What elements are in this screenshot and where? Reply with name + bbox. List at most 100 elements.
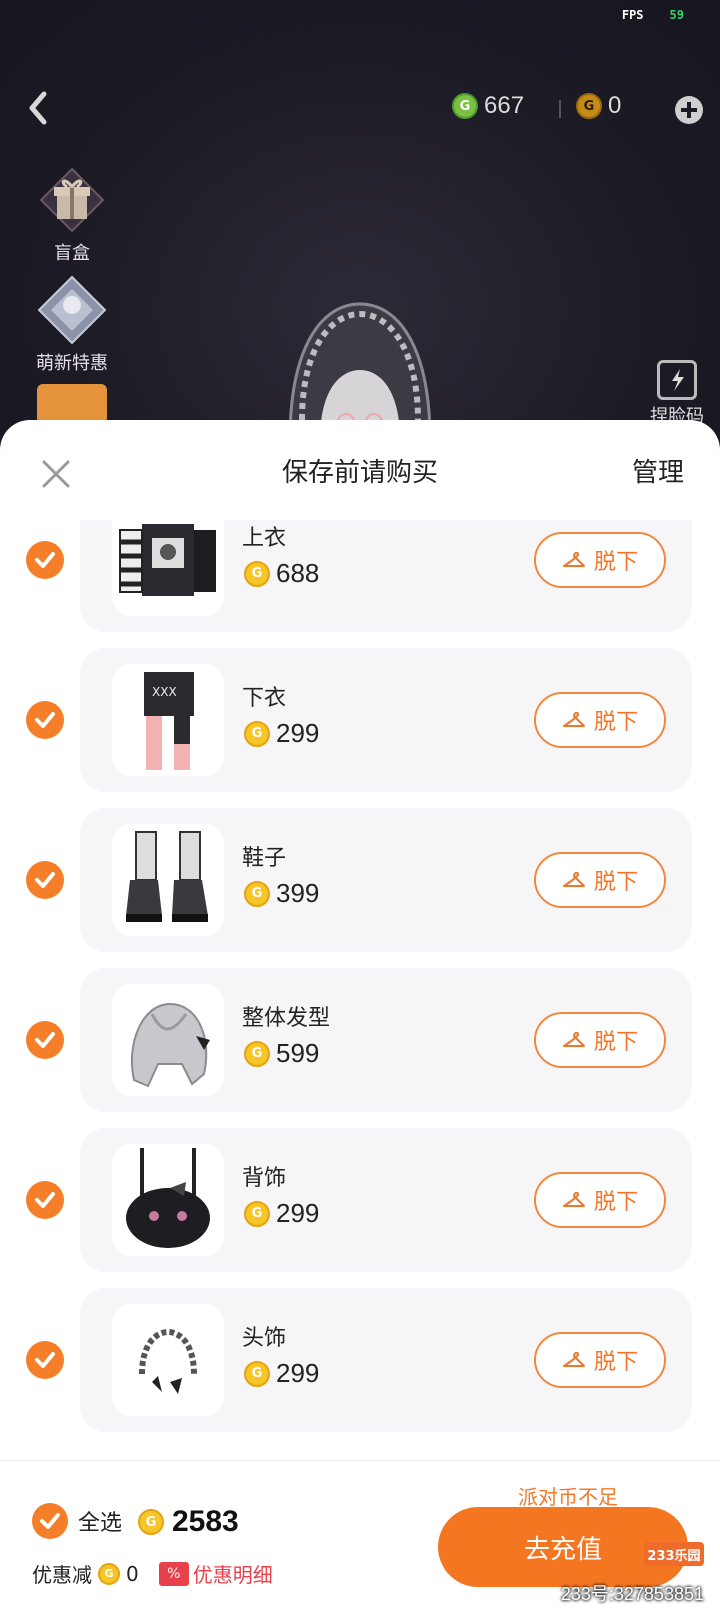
- take-off-label: 脱下: [593, 870, 638, 895]
- insufficient-notice: 派对币不足: [518, 1485, 618, 1509]
- take-off-button[interactable]: 脱下: [534, 1012, 666, 1068]
- check-icon[interactable]: [26, 1341, 64, 1379]
- watermark-text: 233号:327853851: [560, 1584, 704, 1604]
- item-price: G 599: [244, 1038, 319, 1069]
- item-name: 背饰: [242, 1166, 287, 1191]
- g-coin-icon: G: [244, 560, 270, 587]
- take-off-button[interactable]: 脱下: [534, 1332, 666, 1388]
- sheet-title: 保存前请购买: [281, 458, 438, 488]
- discount-detail-button[interactable]: % 优惠明细: [158, 1559, 273, 1588]
- hanger-icon: [562, 551, 585, 567]
- check-icon[interactable]: [26, 701, 64, 739]
- take-off-button[interactable]: 脱下: [534, 532, 666, 588]
- item-price: G 299: [244, 1358, 319, 1389]
- chevron-left-icon: [29, 91, 47, 125]
- newbie-deal-entry[interactable]: 萌新特惠: [30, 275, 114, 375]
- g-coin-icon: G: [452, 93, 478, 119]
- gift-box-icon: [37, 165, 107, 235]
- item-price: G 299: [244, 1198, 319, 1229]
- check-icon[interactable]: [26, 1181, 64, 1219]
- item-price-value: 299: [276, 718, 320, 748]
- newbie-deal-label: 萌新特惠: [36, 353, 108, 374]
- green-currency-value: 667: [484, 92, 525, 119]
- item-price-value: 299: [276, 1358, 320, 1388]
- fps-label: FPS: [621, 8, 644, 22]
- select-all-toggle[interactable]: 全选: [32, 1503, 122, 1539]
- currency-divider: [559, 100, 561, 118]
- hanger-icon: [562, 1191, 585, 1207]
- item-price: G 399: [244, 878, 319, 909]
- face-code-button[interactable]: 捏脸码: [640, 360, 714, 428]
- item-price: G 688: [244, 558, 319, 589]
- percent-icon: %: [158, 1561, 189, 1586]
- list-item-bottom: XXX 下衣 G 299 脱下: [0, 648, 720, 792]
- item-list[interactable]: 上衣 G 688 脱下 XXX 下衣 G 299 脱下 鞋子 G 399 脱下 …: [0, 520, 720, 1480]
- sheet-header: 保存前请购买 管理: [0, 420, 720, 520]
- list-item-shoes: 鞋子 G 399 脱下: [0, 808, 720, 952]
- take-off-label: 脱下: [593, 710, 638, 735]
- back-button[interactable]: [22, 88, 58, 128]
- item-name: 鞋子: [242, 846, 287, 871]
- item-name: 上衣: [242, 526, 287, 551]
- discount-label: 优惠减: [32, 1563, 92, 1587]
- add-currency-button[interactable]: [675, 96, 703, 124]
- check-icon[interactable]: [26, 861, 64, 899]
- third-side-entry[interactable]: [30, 384, 114, 424]
- list-item-top: 上衣 G 688 脱下: [0, 520, 720, 632]
- purchase-sheet: 保存前请购买 管理 上衣 G 688 脱下 XXX 下衣 G 299 脱下 鞋子…: [0, 420, 720, 1612]
- item-price-value: 599: [276, 1038, 320, 1068]
- take-off-button[interactable]: 脱下: [534, 852, 666, 908]
- item-name: 下衣: [242, 686, 287, 711]
- select-all-label: 全选: [78, 1511, 123, 1536]
- g-coin-icon: G: [138, 1509, 164, 1535]
- blind-box-entry[interactable]: 盲盒: [30, 165, 114, 265]
- check-icon[interactable]: [26, 541, 64, 579]
- discount-row: 优惠减 G 0 % 优惠明细: [32, 1559, 273, 1588]
- item-price: G 299: [244, 718, 319, 749]
- fps-counter: FPS 59: [622, 8, 684, 22]
- total-price-value: 2583: [172, 1505, 239, 1538]
- take-off-label: 脱下: [593, 1350, 638, 1375]
- hanger-icon: [562, 1031, 585, 1047]
- item-name: 整体发型: [242, 1006, 331, 1031]
- blind-box-label: 盲盒: [54, 243, 90, 264]
- face-code-icon: [657, 360, 697, 400]
- manage-button[interactable]: 管理: [632, 452, 684, 489]
- green-currency[interactable]: G 667: [452, 92, 524, 120]
- hairstyle-image: [112, 984, 224, 1096]
- take-off-label: 脱下: [593, 1030, 638, 1055]
- item-name: 头饰: [242, 1326, 287, 1351]
- take-off-label: 脱下: [593, 550, 638, 575]
- list-item-back-accessory: 背饰 G 299 脱下: [0, 1128, 720, 1272]
- check-icon[interactable]: [26, 1021, 64, 1059]
- hanger-icon: [562, 871, 585, 887]
- g-coin-icon: G: [244, 720, 270, 747]
- top-garment-image: [112, 520, 224, 616]
- discount-value: 0: [126, 1561, 139, 1586]
- g-coin-icon: G: [244, 1040, 270, 1067]
- g-coin-icon: G: [98, 1562, 120, 1585]
- list-item-headwear: 头饰 G 299 脱下: [0, 1288, 720, 1432]
- g-coin-icon: G: [576, 93, 602, 119]
- g-coin-icon: G: [244, 880, 270, 907]
- take-off-label: 脱下: [593, 1190, 638, 1215]
- item-price-value: 399: [276, 878, 320, 908]
- watermark-logo: 233乐园: [644, 1542, 704, 1566]
- bottom-garment-image: XXX: [112, 664, 224, 776]
- crate-icon: [37, 384, 107, 424]
- gold-currency[interactable]: G 0: [576, 92, 621, 120]
- item-price-value: 299: [276, 1198, 320, 1228]
- check-icon: [32, 1503, 68, 1539]
- headwear-image: [112, 1304, 224, 1416]
- backpack-image: [112, 1144, 224, 1256]
- discount-detail-label: 优惠明细: [192, 1563, 273, 1587]
- avatar-preview: [280, 290, 440, 442]
- list-item-hairstyle: 整体发型 G 599 脱下: [0, 968, 720, 1112]
- take-off-button[interactable]: 脱下: [534, 1172, 666, 1228]
- gold-currency-value: 0: [608, 92, 622, 119]
- hanger-icon: [562, 711, 585, 727]
- total-price: G 2583: [138, 1505, 239, 1539]
- g-coin-icon: G: [244, 1360, 270, 1387]
- take-off-button[interactable]: 脱下: [534, 692, 666, 748]
- g-coin-icon: G: [244, 1200, 270, 1227]
